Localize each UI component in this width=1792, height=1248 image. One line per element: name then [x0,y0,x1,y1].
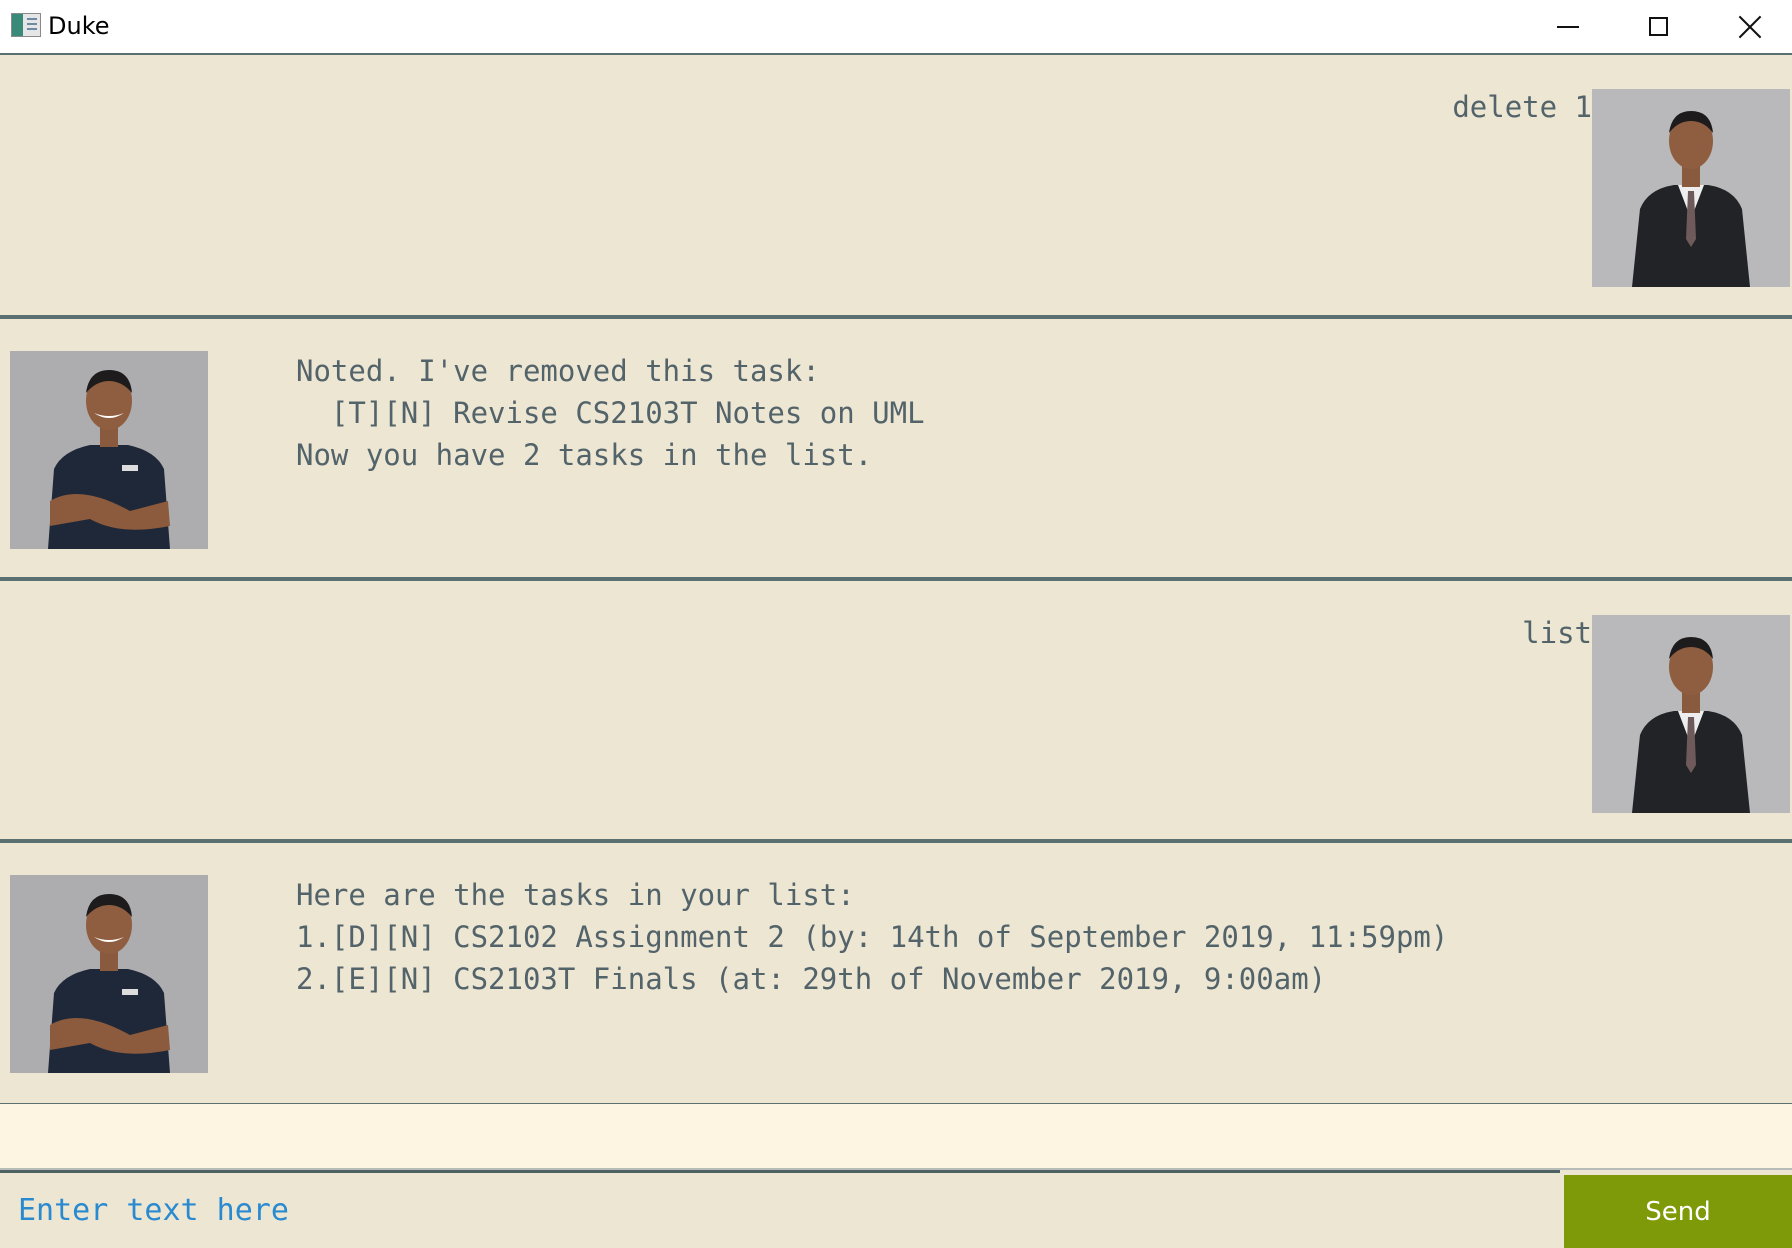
maximize-button[interactable] [1612,0,1704,53]
window-title: Duke [48,12,110,40]
user-avatar [1592,615,1790,813]
close-button[interactable] [1704,0,1792,53]
duke-window: Duke delete 1 Noted. I've removed this t… [0,0,1792,1248]
duke-dialog-box: Here are the tasks in your list: 1.[D][N… [0,843,1792,1105]
minimize-icon [1557,25,1579,28]
close-icon [1738,15,1762,39]
dialog-container[interactable]: delete 1 Noted. I've removed this task: … [0,55,1792,1105]
duke-dialog-box: Noted. I've removed this task: [T][N] Re… [0,319,1792,581]
duke-avatar [10,351,208,549]
user-avatar [1592,89,1790,287]
scroll-pane-bottom [0,1104,1792,1170]
duke-avatar [10,875,208,1073]
user-message-text: delete 1 [1452,90,1592,124]
send-button[interactable]: Send [1564,1175,1792,1248]
title-bar: Duke [0,0,1792,55]
user-message-text: list [1522,616,1592,650]
minimize-button[interactable] [1522,0,1614,53]
maximize-icon [1648,17,1668,36]
user-dialog-box: delete 1 [0,55,1792,319]
duke-message-text: Here are the tasks in your list: 1.[D][N… [296,878,1449,996]
user-input-field[interactable] [0,1170,1560,1248]
app-icon [11,13,41,37]
duke-message-text: Noted. I've removed this task: [T][N] Re… [296,354,925,472]
user-dialog-box: list [0,581,1792,843]
